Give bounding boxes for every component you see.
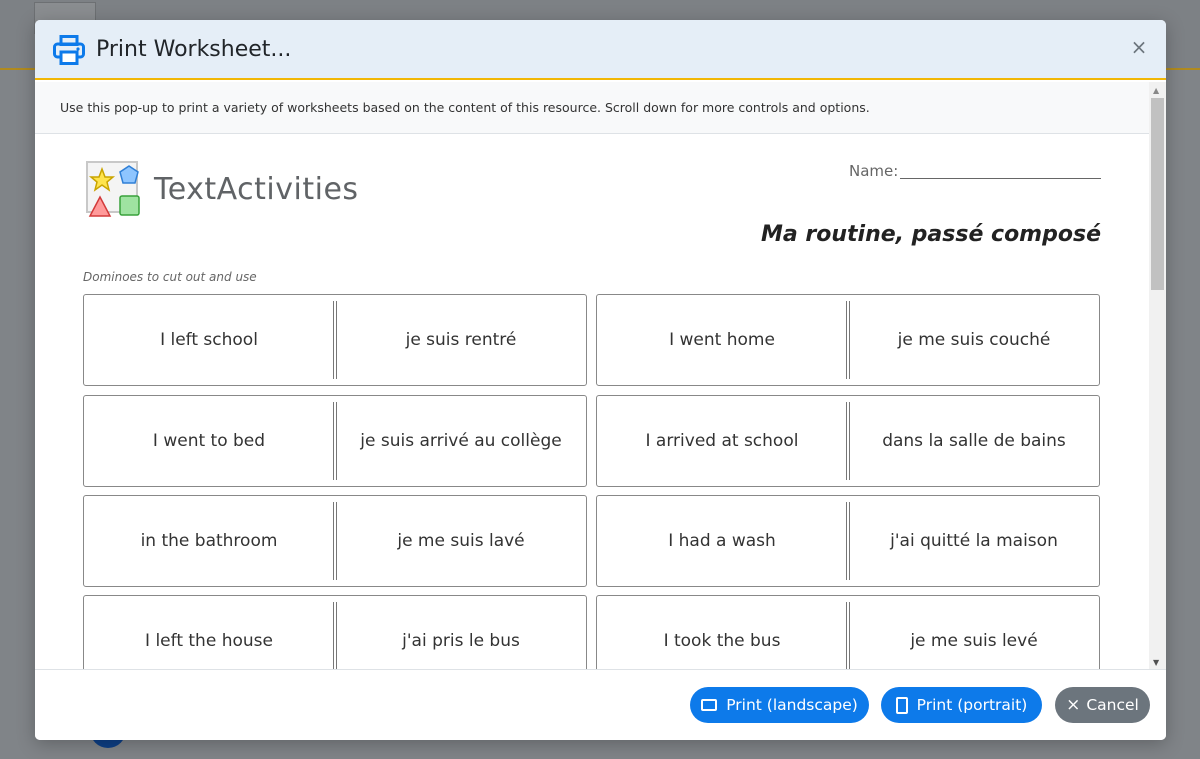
worksheet-title: Ma routine, passé composé <box>760 222 1101 247</box>
printer-icon <box>53 35 85 65</box>
scrollbar-thumb[interactable] <box>1151 98 1164 290</box>
cancel-button[interactable]: × Cancel <box>1055 687 1150 723</box>
modal-title: Print Worksheet... <box>96 37 292 62</box>
name-label: Name: <box>849 162 899 180</box>
domino-right-text: je suis rentré <box>405 330 517 350</box>
domino-left-text: I arrived at school <box>645 431 799 451</box>
domino-right-text: je me suis levé <box>910 631 1038 651</box>
domino-right-text: je me suis couché <box>897 330 1051 350</box>
print-landscape-label: Print (landscape) <box>726 696 858 714</box>
domino-left-text: I went to bed <box>152 431 266 451</box>
portrait-icon <box>895 696 908 714</box>
cancel-label: Cancel <box>1086 696 1139 714</box>
modal-footer: Print (landscape) Print (portrait) × Can… <box>35 669 1166 740</box>
domino-left-text: I left the house <box>145 631 273 651</box>
vertical-scrollbar[interactable]: ▲ ▼ <box>1149 82 1166 669</box>
brand-name: TextActivities <box>154 172 359 207</box>
scroll-up-arrow-icon[interactable]: ▲ <box>1153 86 1159 95</box>
info-bar: Use this pop-up to print a variety of wo… <box>35 82 1166 134</box>
domino-right-text: j'ai quitté la maison <box>890 531 1058 551</box>
domino-left-text: I had a wash <box>668 531 776 551</box>
domino-right-text: je suis arrivé au collège <box>360 431 562 451</box>
scroll-down-arrow-icon[interactable]: ▼ <box>1153 658 1159 667</box>
domino-card: I arrived at school dans la salle de bai… <box>596 395 1100 487</box>
worksheet-preview[interactable]: TextActivities Name: Ma routine, passé c… <box>35 134 1166 669</box>
info-text: Use this pop-up to print a variety of wo… <box>60 100 870 115</box>
domino-card: I had a wash j'ai quitté la maison <box>596 495 1100 587</box>
textactivities-logo-icon <box>86 161 140 217</box>
section-label: Dominoes to cut out and use <box>83 270 257 284</box>
domino-card: I left the house j'ai pris le bus <box>83 595 587 669</box>
domino-card: in the bathroom je me suis lavé <box>83 495 587 587</box>
print-landscape-button[interactable]: Print (landscape) <box>690 687 869 723</box>
print-portrait-label: Print (portrait) <box>916 696 1028 714</box>
domino-left-text: I left school <box>160 330 258 350</box>
domino-left-text: I went home <box>669 330 775 350</box>
close-button[interactable]: × <box>1128 36 1150 58</box>
name-line <box>900 178 1101 179</box>
landscape-icon <box>701 699 718 711</box>
domino-card: I left school je suis rentré <box>83 294 587 386</box>
domino-card: I went home je me suis couché <box>596 294 1100 386</box>
domino-card: I went to bed je suis arrivé au collège <box>83 395 587 487</box>
print-portrait-button[interactable]: Print (portrait) <box>881 687 1042 723</box>
domino-right-text: je me suis lavé <box>397 531 525 551</box>
domino-left-text: in the bathroom <box>140 531 278 551</box>
close-icon: × <box>1066 695 1081 715</box>
modal-header: Print Worksheet... × <box>35 20 1166 80</box>
print-worksheet-modal: Print Worksheet... × Use this pop-up to … <box>35 20 1166 740</box>
domino-left-text: I took the bus <box>663 631 781 651</box>
domino-right-text: dans la salle de bains <box>882 431 1066 451</box>
domino-right-text: j'ai pris le bus <box>402 631 520 651</box>
domino-card: I took the bus je me suis levé <box>596 595 1100 669</box>
